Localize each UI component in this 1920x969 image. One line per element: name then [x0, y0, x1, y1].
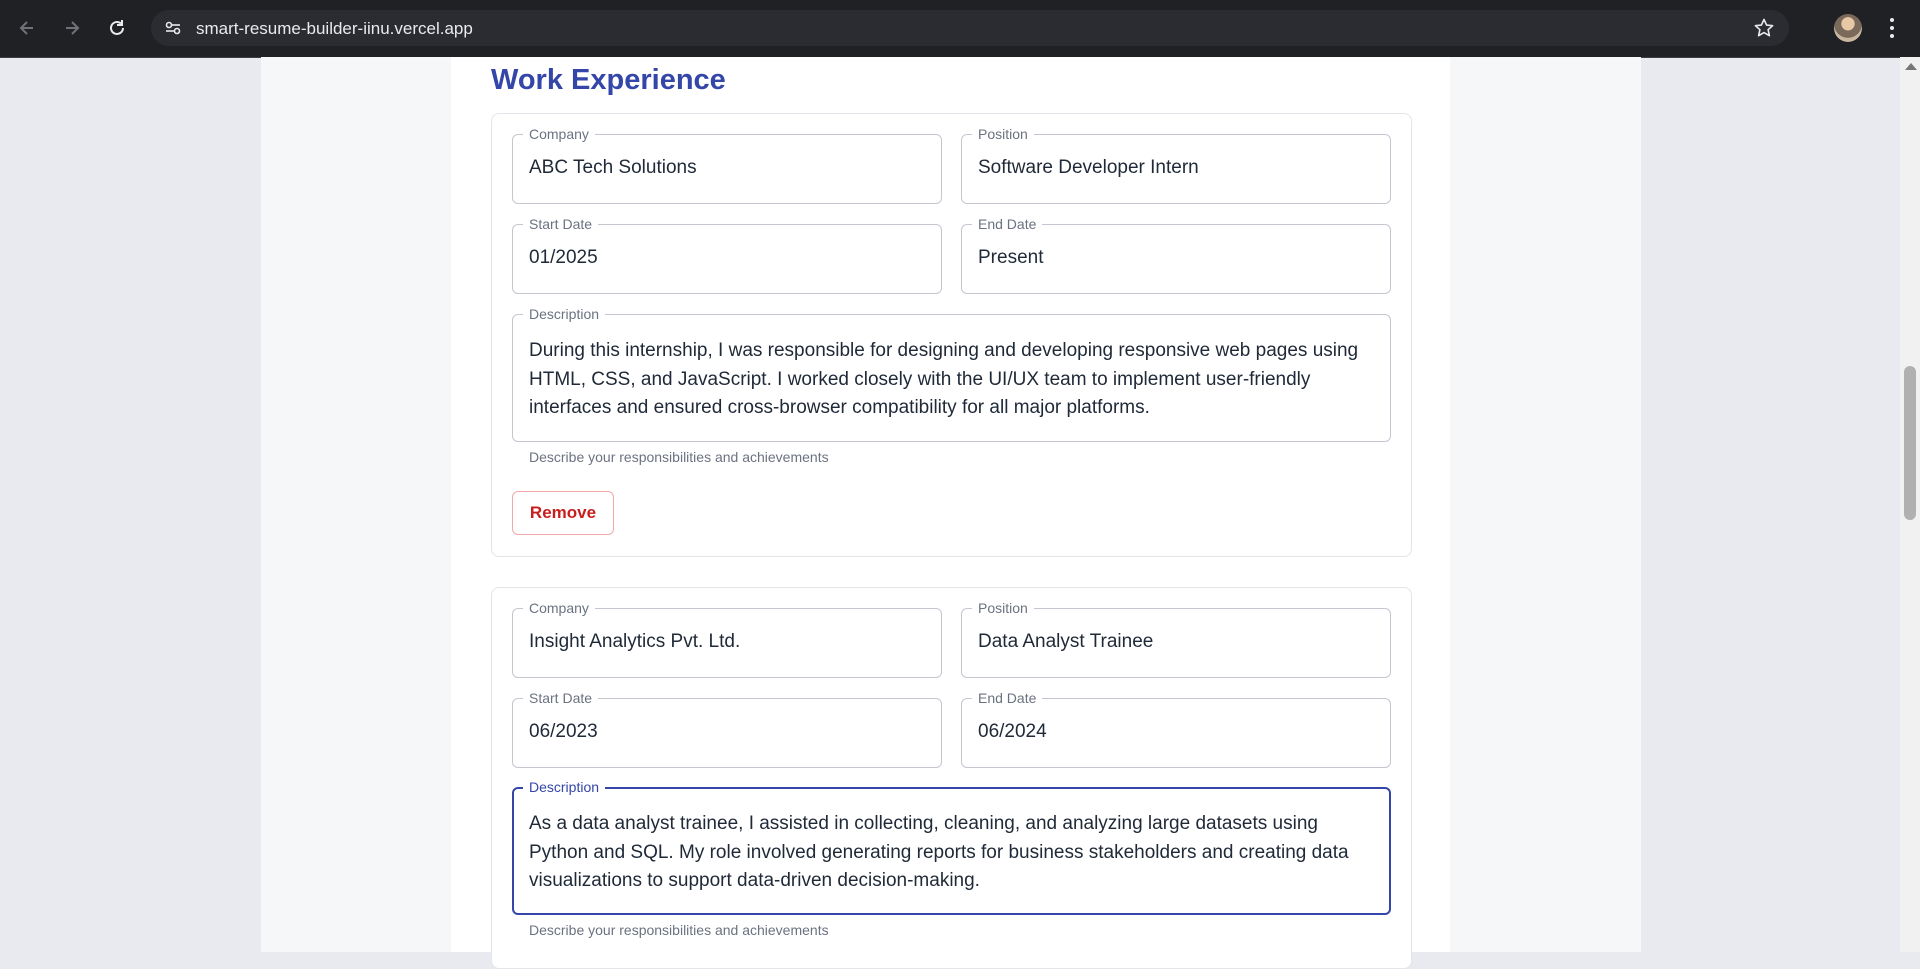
position-value[interactable]: Data Analyst Trainee — [978, 631, 1153, 653]
end-date-field[interactable]: End Date 06/2024 — [961, 690, 1391, 768]
bookmark-star-icon[interactable] — [1753, 17, 1775, 39]
end-date-label: End Date — [972, 690, 1043, 706]
description-label: Description — [523, 779, 606, 795]
more-menu-icon[interactable] — [1884, 14, 1900, 42]
address-bar[interactable]: smart-resume-builder-iinu.vercel.app — [151, 10, 1789, 46]
company-label: Company — [523, 126, 595, 142]
start-date-label: Start Date — [523, 216, 599, 232]
position-label: Position — [972, 600, 1034, 616]
profile-avatar[interactable] — [1834, 14, 1862, 42]
start-date-field[interactable]: Start Date 01/2025 — [512, 216, 942, 294]
end-date-field[interactable]: End Date Present — [961, 216, 1391, 294]
site-info-icon[interactable] — [159, 14, 187, 42]
position-label: Position — [972, 126, 1034, 142]
description-textarea[interactable]: As a data analyst trainee, I assisted in… — [529, 810, 1361, 896]
position-field[interactable]: Position Software Developer Intern — [961, 126, 1391, 204]
description-helper-text: Describe your responsibilities and achie… — [529, 449, 829, 465]
company-value[interactable]: Insight Analytics Pvt. Ltd. — [529, 631, 740, 653]
company-label: Company — [523, 600, 595, 616]
description-helper-text: Describe your responsibilities and achie… — [529, 922, 829, 938]
browser-toolbar: smart-resume-builder-iinu.vercel.app — [0, 0, 1920, 58]
reload-icon[interactable] — [103, 14, 131, 42]
start-date-field[interactable]: Start Date 06/2023 — [512, 690, 942, 768]
remove-button[interactable]: Remove — [512, 491, 614, 535]
end-date-value[interactable]: 06/2024 — [978, 721, 1047, 743]
start-date-value[interactable]: 01/2025 — [529, 247, 598, 269]
scroll-up-arrow-icon[interactable] — [1905, 63, 1917, 70]
position-value[interactable]: Software Developer Intern — [978, 157, 1199, 179]
url-text[interactable]: smart-resume-builder-iinu.vercel.app — [196, 19, 473, 39]
description-field[interactable]: Description During this internship, I wa… — [512, 306, 1391, 442]
description-field-focused[interactable]: Description As a data analyst trainee, I… — [512, 779, 1391, 915]
company-value[interactable]: ABC Tech Solutions — [529, 157, 697, 179]
company-field[interactable]: Company Insight Analytics Pvt. Ltd. — [512, 600, 942, 678]
scrollbar-thumb[interactable] — [1904, 366, 1916, 520]
description-textarea[interactable]: During this internship, I was responsibl… — [529, 337, 1362, 423]
description-label: Description — [523, 306, 606, 322]
company-field[interactable]: Company ABC Tech Solutions — [512, 126, 942, 204]
position-field[interactable]: Position Data Analyst Trainee — [961, 600, 1391, 678]
forward-icon[interactable] — [58, 14, 86, 42]
end-date-value[interactable]: Present — [978, 247, 1043, 269]
start-date-label: Start Date — [523, 690, 599, 706]
end-date-label: End Date — [972, 216, 1043, 232]
page-scrollbar[interactable] — [1900, 57, 1920, 952]
section-title: Work Experience — [491, 64, 726, 96]
back-icon[interactable] — [13, 14, 41, 42]
start-date-value[interactable]: 06/2023 — [529, 721, 598, 743]
